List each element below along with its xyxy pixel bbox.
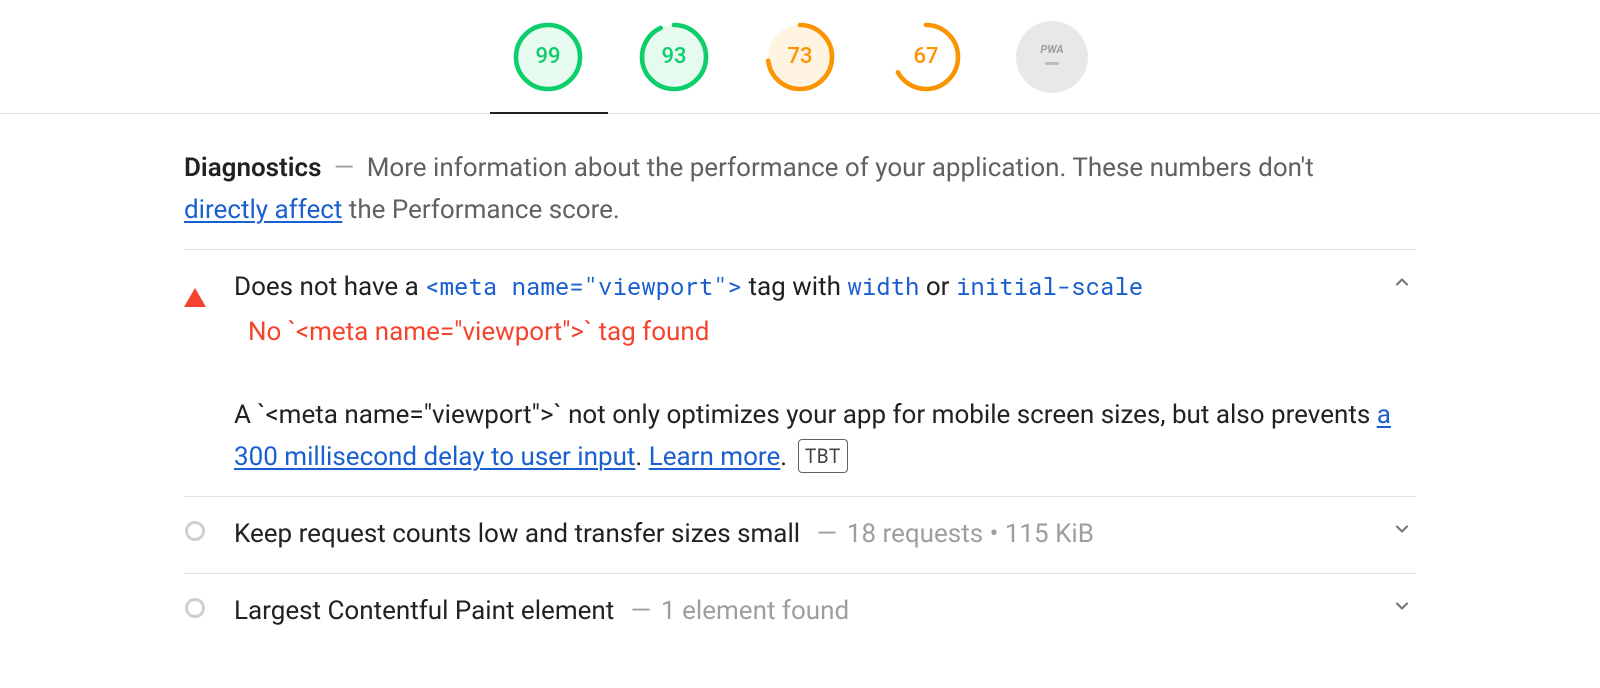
info-circle-icon: [185, 598, 205, 618]
diagnostics-title: Diagnostics: [184, 153, 321, 183]
performance-score: 99: [535, 44, 560, 69]
learn-more-link[interactable]: Learn more: [649, 442, 781, 472]
pwa-label: PWA: [1040, 43, 1063, 56]
best-practices-score: 73: [787, 44, 812, 69]
score-tabs: 99 93 73 67 PWA: [0, 0, 1600, 114]
audit-viewport-description: A `<meta name="viewport">` not only opti…: [234, 395, 1416, 478]
seo-gauge[interactable]: 67: [890, 21, 962, 93]
pwa-gauge[interactable]: PWA: [1016, 21, 1088, 93]
accessibility-score: 93: [661, 44, 686, 69]
performance-gauge[interactable]: 99: [512, 21, 584, 93]
dash-separator: —: [631, 596, 651, 626]
diagnostics-header: Diagnostics — More information about the…: [184, 148, 1416, 250]
audit-requests-meta: 18 requests • 115 KiB: [847, 519, 1094, 549]
audit-lcp-title: Largest Contentful Paint element: [234, 596, 614, 626]
fail-triangle-icon: [184, 288, 206, 307]
dash-separator: —: [334, 153, 354, 183]
audit-lcp-element[interactable]: Largest Contentful Paint element — 1 elem…: [184, 574, 1416, 650]
chevron-up-icon[interactable]: [1392, 272, 1412, 292]
diagnostics-desc-1: More information about the performance o…: [367, 153, 1314, 183]
audit-lcp-meta: 1 element found: [661, 596, 849, 626]
audit-viewport-error: No `<meta name="viewport">` tag found: [248, 317, 1416, 347]
directly-affect-link[interactable]: directly affect: [184, 195, 342, 225]
audit-viewport[interactable]: Does not have a <meta name="viewport"> t…: [184, 250, 1416, 497]
audit-request-counts[interactable]: Keep request counts low and transfer siz…: [184, 497, 1416, 574]
active-tab-underline: [490, 112, 608, 114]
chevron-down-icon[interactable]: [1392, 519, 1412, 539]
best-practices-gauge[interactable]: 73: [764, 21, 836, 93]
info-circle-icon: [185, 521, 205, 541]
diagnostics-desc-2: the Performance score.: [342, 195, 619, 225]
pwa-dash-icon: [1045, 62, 1059, 65]
dash-separator: —: [817, 519, 837, 549]
audit-viewport-title: Does not have a <meta name="viewport"> t…: [234, 268, 1416, 307]
seo-score: 67: [913, 44, 938, 69]
tbt-badge: TBT: [798, 439, 848, 473]
chevron-down-icon[interactable]: [1392, 596, 1412, 616]
accessibility-gauge[interactable]: 93: [638, 21, 710, 93]
diagnostics-section: Diagnostics — More information about the…: [184, 114, 1416, 650]
audit-requests-title: Keep request counts low and transfer siz…: [234, 519, 800, 549]
